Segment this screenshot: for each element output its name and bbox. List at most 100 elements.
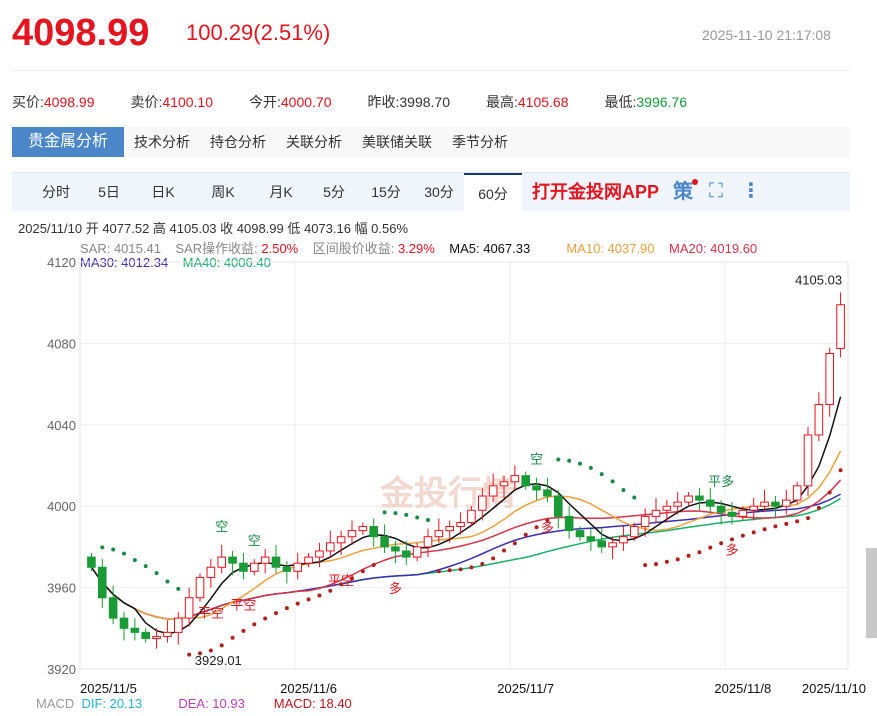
- price-change: 100.29(2.51%): [186, 20, 331, 45]
- sar-dot: [784, 521, 789, 526]
- quote-value: 3996.76: [636, 94, 687, 110]
- candle-body: [456, 521, 465, 528]
- candle-body: [206, 566, 216, 578]
- y-tick-label: 4040: [47, 418, 76, 433]
- plot-frame: [79, 261, 849, 670]
- macd-dif: DIF: 20.13: [81, 696, 143, 711]
- sar-dot: [708, 545, 713, 550]
- y-tick-label: 3920: [47, 662, 76, 677]
- quote-bar: 买价:4098.99 卖价:4100.10 今开:4000.70 昨收:3998.70…: [12, 92, 723, 112]
- sar-dot: [263, 616, 268, 621]
- sar-dot: [610, 479, 615, 484]
- quote-item: 昨收:3998.70: [368, 92, 451, 112]
- x-tick-label: 2025/11/6: [280, 681, 337, 696]
- sar-dot: [187, 652, 192, 657]
- period-tab[interactable]: 月K: [252, 173, 310, 211]
- quote-item: 卖价:4100.10: [131, 92, 214, 112]
- period-tab[interactable]: 周K: [194, 173, 252, 211]
- candle-body: [282, 566, 292, 572]
- fullscreen-icon[interactable]: ⛶: [709, 173, 723, 211]
- candle-body: [673, 501, 683, 507]
- sar-dot: [284, 606, 289, 611]
- candle-body: [792, 485, 802, 501]
- strategy-icon[interactable]: 策: [673, 173, 699, 211]
- analysis-tabs: 贵金属分析 技术分析 持仓分析 关联分析 美联储关联 季节分析: [12, 127, 850, 157]
- analysis-tab[interactable]: 技术分析: [124, 127, 200, 157]
- sar-dot: [523, 532, 528, 537]
- quote-value: 4000.70: [280, 94, 332, 110]
- candle-body: [325, 542, 335, 552]
- period-tab[interactable]: 日K: [132, 173, 194, 211]
- y-tick-label: 3960: [47, 581, 76, 596]
- period-tab[interactable]: 5日: [86, 173, 132, 211]
- sar-dot: [556, 457, 561, 462]
- period-tab[interactable]: 60分: [464, 173, 522, 211]
- candle-body: [315, 550, 324, 558]
- signal-label: 平空: [230, 597, 256, 612]
- candle-body: [195, 576, 205, 599]
- period-tab[interactable]: 15分: [358, 173, 414, 211]
- candle-body: [380, 536, 389, 548]
- more-icon[interactable]: ⋮: [741, 173, 761, 211]
- candle-body: [749, 505, 759, 511]
- candle-body: [575, 530, 585, 538]
- candle-body: [217, 556, 227, 568]
- candle-body: [553, 495, 563, 517]
- analysis-tab[interactable]: 关联分析: [276, 127, 352, 157]
- quote-value: 4105.68: [517, 94, 569, 110]
- y-tick-label: 4080: [47, 336, 76, 351]
- sar-dot: [469, 565, 474, 570]
- macd-label: MACD: [36, 696, 75, 711]
- sar-dot: [436, 569, 441, 574]
- candle-body: [651, 509, 661, 517]
- current-price: 4098.99: [12, 12, 150, 54]
- sar-dot: [654, 562, 658, 567]
- candle-body: [412, 546, 422, 558]
- candle-body: [705, 499, 715, 507]
- sar-dot: [393, 511, 398, 516]
- sar-dot: [632, 495, 637, 500]
- quote-value: 4100.10: [162, 94, 213, 110]
- analysis-tab[interactable]: 持仓分析: [200, 127, 276, 157]
- period-tab[interactable]: 分时: [26, 173, 86, 211]
- candle-body: [87, 556, 96, 568]
- period-tab[interactable]: 5分: [310, 173, 358, 211]
- sar-dot: [491, 556, 496, 561]
- y-tick-label: 4120: [47, 255, 76, 270]
- timestamp: 2025-11-10 21:17:08: [702, 27, 831, 43]
- sar-dot: [230, 635, 235, 640]
- candle-body: [510, 475, 520, 483]
- candle-body: [239, 562, 248, 572]
- x-tick-label: 2025/11/10: [802, 681, 866, 696]
- candle-info: 2025/11/10 开 4077.52 高 4105.03 收 4098.99…: [18, 221, 409, 236]
- scrollbar[interactable]: [866, 548, 877, 638]
- quote-value: 4098.99: [43, 94, 95, 110]
- sar-dot: [816, 505, 821, 510]
- candle-body: [108, 597, 118, 619]
- analysis-tab[interactable]: 季节分析: [442, 127, 518, 157]
- analysis-tab[interactable]: 贵金属分析: [12, 127, 125, 157]
- open-app-link[interactable]: 打开金投网APP: [532, 173, 659, 211]
- sar-dot: [588, 465, 593, 470]
- analysis-tab[interactable]: 美联储关联: [352, 127, 442, 157]
- candle-body: [814, 403, 824, 436]
- sar-dot: [773, 524, 778, 529]
- sar-dot: [740, 533, 745, 538]
- y-tick-label: 4000: [47, 499, 76, 514]
- max-price-label: 4105.03: [795, 272, 842, 287]
- sar-dot: [806, 516, 810, 521]
- sar-dot: [426, 518, 430, 523]
- period-tab[interactable]: 30分: [414, 173, 464, 211]
- candle-body: [347, 530, 357, 538]
- sar-dot: [751, 530, 756, 535]
- sar-dot: [111, 547, 116, 552]
- macd-value: MACD: 18.40: [273, 696, 352, 711]
- sar-dot: [480, 562, 485, 567]
- sar-dot: [165, 579, 170, 584]
- candle-body: [304, 556, 313, 564]
- candle-body: [543, 489, 552, 497]
- sar-dot: [415, 515, 420, 520]
- candlestick-chart[interactable]: 412040804040400039603920金投行情空空平空平空平空多空多平…: [0, 250, 877, 716]
- sar-dot: [241, 628, 246, 633]
- macd-legend: MACD DIF: 20.13 DEA: 10.93 MACD: 18.40: [36, 696, 352, 711]
